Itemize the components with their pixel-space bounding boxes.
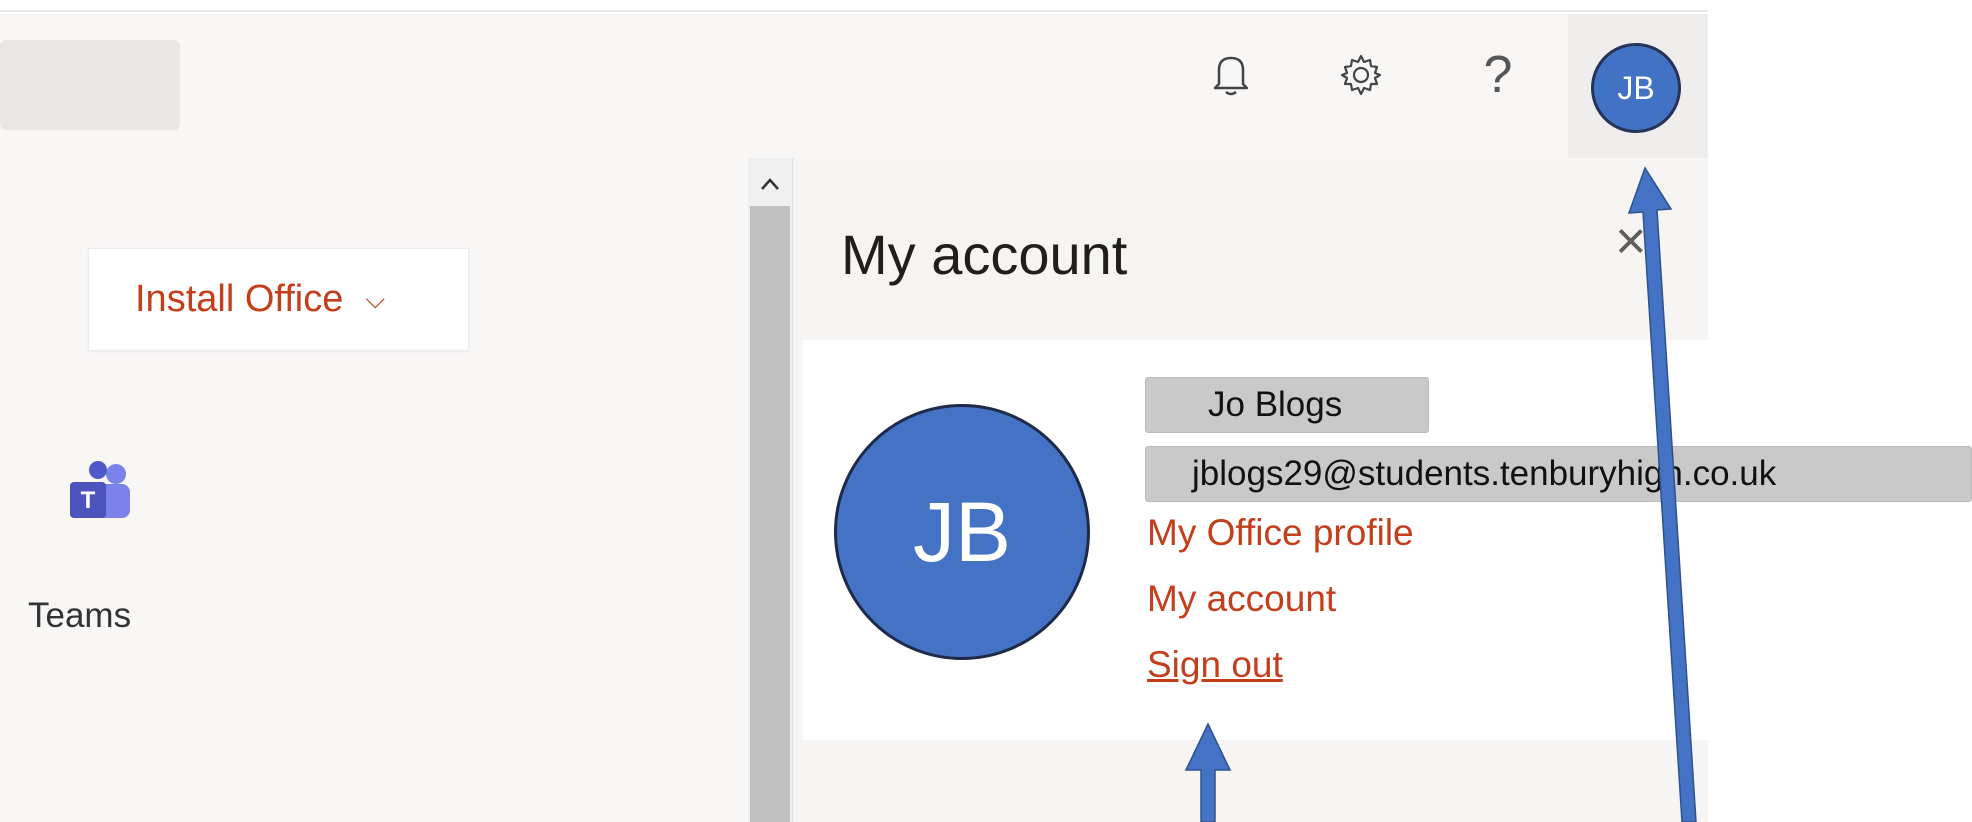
search-box[interactable] [0, 40, 180, 130]
user-email: jblogs29@students.tenburyhigh.co.uk [1145, 446, 1972, 502]
top-strip [0, 0, 1708, 14]
gear-icon[interactable] [1326, 40, 1396, 110]
user-name: Jo Blogs [1145, 377, 1429, 433]
svg-text:T: T [81, 487, 96, 514]
help-icon[interactable]: ? [1463, 40, 1533, 110]
my-office-profile-link[interactable]: My Office profile [1147, 512, 1414, 554]
install-office-label: Install Office [135, 278, 344, 320]
teams-icon[interactable]: T [70, 460, 132, 534]
install-office-button[interactable]: Install Office ⌵ [88, 248, 469, 351]
scrollbar[interactable] [748, 158, 792, 822]
panel-title: My account [841, 223, 1128, 286]
scroll-up-icon[interactable] [748, 164, 792, 204]
profile-avatar: JB [834, 404, 1090, 660]
top-bar [0, 14, 1708, 158]
close-icon[interactable]: × [1615, 210, 1647, 272]
scroll-thumb[interactable] [750, 206, 790, 822]
header-avatar[interactable]: JB [1591, 43, 1681, 133]
sign-out-link[interactable]: Sign out [1147, 644, 1283, 686]
bell-icon[interactable] [1196, 40, 1266, 110]
my-account-link[interactable]: My account [1147, 578, 1336, 620]
chevron-down-icon: ⌵ [365, 283, 386, 314]
teams-label[interactable]: Teams [28, 596, 131, 636]
